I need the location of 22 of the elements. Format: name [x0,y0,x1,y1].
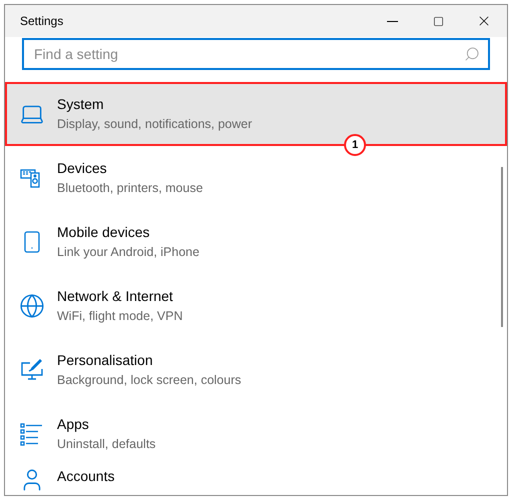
search-field[interactable]: Find a setting [22,38,490,70]
category-title: Apps [57,415,90,433]
window-title: Settings [20,13,64,30]
globe-icon [19,293,45,319]
monitor-brush-icon [20,358,44,382]
category-description: Bluetooth, printers, mouse [57,180,203,197]
category-description: WiFi, flight mode, VPN [57,308,183,325]
category-description: Display, sound, notifications, power [57,116,252,133]
category-title: Devices [57,159,108,177]
category-title: Network & Internet [57,287,174,305]
minimize-icon [386,20,398,22]
category-title: Accounts [57,467,115,485]
category-title: Mobile devices [57,223,151,241]
category-title: System [57,95,105,113]
scrollbar[interactable] [501,167,503,327]
maximize-icon [432,16,444,26]
category-description: Uninstall, defaults [57,436,156,453]
category-title: Personalisation [57,351,154,369]
list-icon [20,422,44,446]
search-icon [464,46,480,62]
category-description: Link your Android, iPhone [57,244,200,261]
category-description: Background, lock screen, colours [57,372,242,389]
